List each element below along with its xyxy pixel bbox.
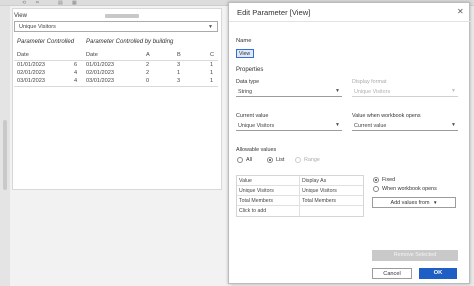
- parameter-name-input[interactable]: View: [236, 49, 254, 58]
- parameter-name-value: View: [239, 51, 251, 57]
- ok-label: OK: [433, 270, 443, 276]
- current-value-dropdown[interactable]: Unique Visitors ▼: [236, 121, 342, 131]
- workbook-opens-value: Current value: [354, 123, 387, 129]
- header-rule: [14, 60, 218, 61]
- current-value-label: Current value: [236, 113, 269, 119]
- chevron-down-icon: ▼: [335, 122, 340, 128]
- column-header: B: [177, 52, 181, 58]
- table-row[interactable]: Unique Visitors Unique Visitors: [237, 186, 363, 196]
- table-cell: 3: [177, 62, 181, 68]
- cancel-label: Cancel: [383, 271, 401, 277]
- remove-selected-button: Remove Selected: [372, 250, 458, 261]
- edit-parameter-dialog: Edit Parameter [View] ✕ Name View Proper…: [228, 2, 471, 284]
- radio-when-opens-label: When workbook opens: [382, 186, 437, 192]
- view-parameter-label: View: [14, 13, 27, 19]
- workbook-opens-dropdown[interactable]: Current value ▼: [352, 121, 458, 131]
- toolbar-icon[interactable]: ▤: [58, 0, 63, 6]
- display-as-cell[interactable]: Unique Visitors: [302, 188, 337, 194]
- chevron-down-icon: ▼: [208, 24, 213, 30]
- table-cell: 02/01/2023: [86, 70, 114, 76]
- close-icon[interactable]: ✕: [457, 7, 464, 16]
- radio-fixed-label: Fixed: [382, 177, 396, 183]
- allowable-values-table: Value Display As Unique Visitors Unique …: [236, 175, 364, 217]
- display-format-dropdown: Unique Visitors ▼: [352, 87, 458, 97]
- display-as-cell[interactable]: Total Members: [302, 198, 336, 204]
- column-header: Date: [17, 52, 29, 58]
- chevron-down-icon: ▼: [451, 88, 456, 94]
- add-values-from-button[interactable]: Add values from ▼: [372, 197, 456, 208]
- data-type-dropdown[interactable]: String ▼: [236, 87, 342, 97]
- display-format-value: Unique Visitors: [354, 89, 391, 95]
- table-cell: 3: [177, 78, 181, 84]
- current-value-value: Unique Visitors: [238, 123, 275, 129]
- table-header-row: Value Display As: [237, 176, 363, 186]
- view-parameter-value: Unique Visitors: [19, 24, 56, 30]
- drag-handle[interactable]: [105, 14, 139, 18]
- table-cell: 02/01/2023: [17, 70, 45, 76]
- data-type-label: Data type: [236, 79, 260, 85]
- column-header: Display As: [302, 178, 327, 184]
- ok-button[interactable]: OK: [419, 268, 457, 279]
- value-cell[interactable]: Unique Visitors: [239, 188, 274, 194]
- radio-range-label: Range: [304, 157, 320, 163]
- display-format-label: Display format: [352, 79, 387, 85]
- dialog-title: Edit Parameter [View]: [237, 8, 311, 17]
- table-cell: 1: [177, 70, 181, 76]
- table-row[interactable]: Total Members Total Members: [237, 196, 363, 206]
- view-parameter-dropdown[interactable]: Unique Visitors ▼: [14, 21, 218, 32]
- properties-heading: Properties: [236, 67, 264, 73]
- column-header: A: [146, 52, 150, 58]
- table-cell: 2: [146, 70, 150, 76]
- column-header: C: [210, 52, 215, 58]
- table-cell: 1: [210, 78, 214, 84]
- table-cell: 2: [146, 62, 150, 68]
- column-header: Date: [86, 52, 98, 58]
- chevron-down-icon: ▼: [335, 88, 340, 94]
- table-row[interactable]: Click to add: [237, 206, 363, 216]
- radio-when-opens[interactable]: [373, 186, 379, 192]
- table-cell: 0: [146, 78, 150, 84]
- table-cell: 01/01/2023: [17, 62, 45, 68]
- worksheet-canvas: [12, 8, 222, 190]
- radio-list-label: List: [276, 157, 285, 163]
- sheet-title-right: Parameter Controlled by building: [86, 39, 174, 45]
- value-cell[interactable]: Total Members: [239, 198, 273, 204]
- chevron-down-icon: ▼: [451, 122, 456, 128]
- workbook-opens-label: Value when workbook opens: [352, 113, 421, 119]
- radio-fixed[interactable]: [373, 177, 379, 183]
- table-bottom-rule: [14, 86, 218, 87]
- click-to-add-cell[interactable]: Click to add: [239, 208, 266, 214]
- cancel-button[interactable]: Cancel: [372, 268, 412, 279]
- remove-selected-label: Remove Selected: [393, 252, 437, 258]
- allowable-values-label: Allowable values: [236, 147, 277, 153]
- view-parameter-control: View Unique Visitors ▼: [12, 13, 218, 35]
- table-cell: 01/01/2023: [86, 62, 114, 68]
- toolbar-icon[interactable]: ⌗: [36, 0, 39, 6]
- table-cell: 03/01/2023: [17, 78, 45, 84]
- table-cell: 03/01/2023: [86, 78, 114, 84]
- sheet-title-left: Parameter Controlled: [17, 39, 75, 45]
- radio-range: [295, 157, 301, 163]
- name-label: Name: [236, 38, 252, 44]
- data-type-value: String: [238, 89, 253, 95]
- chevron-down-icon: ▼: [432, 200, 438, 205]
- scrollbar-thumb[interactable]: [3, 120, 7, 190]
- table-cell: 1: [210, 70, 214, 76]
- table-cell: 4: [74, 70, 78, 76]
- radio-all-label: All: [246, 157, 252, 163]
- add-values-label: Add values from: [390, 200, 430, 206]
- toolbar-icon[interactable]: ▦: [72, 0, 77, 6]
- radio-list[interactable]: [267, 157, 273, 163]
- table-cell: 6: [74, 62, 78, 68]
- table-cell: 4: [74, 78, 78, 84]
- toolbar-icon[interactable]: ⟲: [22, 0, 26, 6]
- title-divider: [229, 21, 471, 22]
- table-cell: 1: [210, 62, 214, 68]
- column-header: Value: [239, 178, 252, 184]
- radio-all[interactable]: [237, 157, 243, 163]
